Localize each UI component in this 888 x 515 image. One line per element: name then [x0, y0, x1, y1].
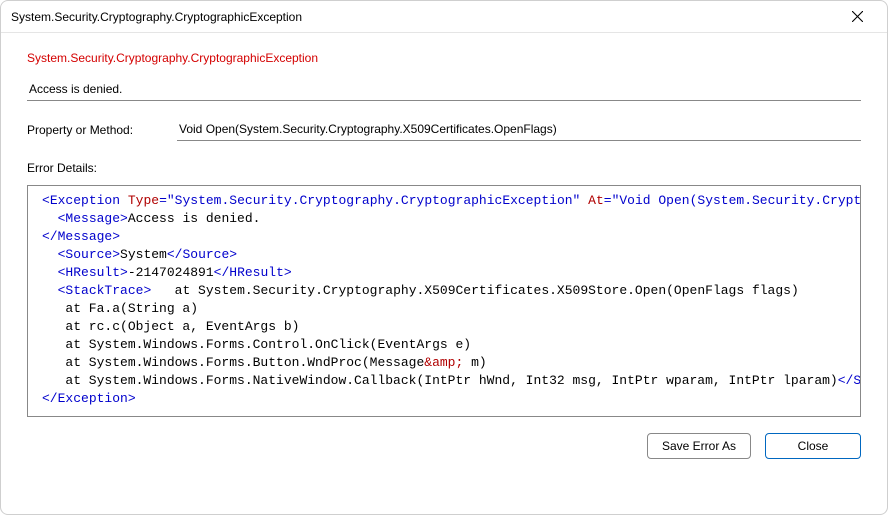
property-row: Property or Method:: [27, 119, 861, 141]
property-label: Property or Method:: [27, 123, 147, 141]
button-row: Save Error As Close: [27, 433, 861, 459]
dialog-window: System.Security.Cryptography.Cryptograph…: [0, 0, 888, 515]
close-button[interactable]: Close: [765, 433, 861, 459]
property-field[interactable]: [177, 119, 861, 141]
error-details-text[interactable]: <Exception Type="System.Security.Cryptog…: [28, 186, 861, 414]
message-row: [27, 79, 861, 101]
save-error-as-button[interactable]: Save Error As: [647, 433, 751, 459]
error-details-box[interactable]: <Exception Type="System.Security.Cryptog…: [27, 185, 861, 417]
close-icon[interactable]: [837, 3, 877, 31]
error-details-label: Error Details:: [27, 161, 861, 175]
exception-heading: System.Security.Cryptography.Cryptograph…: [27, 51, 861, 65]
message-field[interactable]: [27, 79, 861, 101]
dialog-content: System.Security.Cryptography.Cryptograph…: [1, 33, 887, 514]
titlebar: System.Security.Cryptography.Cryptograph…: [1, 1, 887, 33]
window-title: System.Security.Cryptography.Cryptograph…: [11, 10, 302, 24]
